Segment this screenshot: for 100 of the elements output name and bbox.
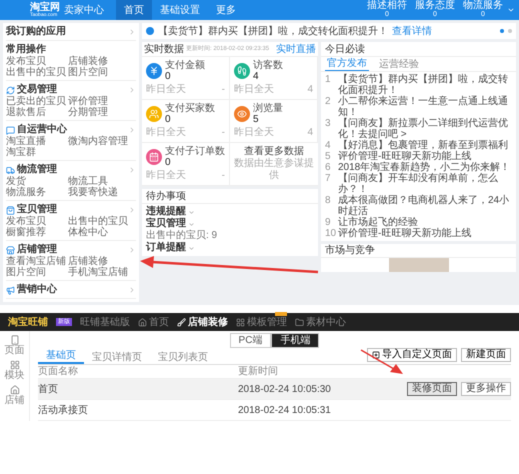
rating-label: 描述相符 bbox=[367, 1, 407, 10]
sidebar-link[interactable]: 图片空间 bbox=[6, 267, 68, 278]
nav-tab[interactable]: 基础设置 bbox=[152, 0, 208, 20]
sidebar-group-title[interactable]: 自运营中心 bbox=[17, 124, 126, 136]
sidebar-link[interactable]: 淘宝群 bbox=[6, 147, 68, 158]
page-tab[interactable]: 宝贝详情页 bbox=[84, 351, 150, 364]
sidebar-group-title[interactable]: 交易管理 bbox=[17, 84, 126, 96]
compare-label: 昨日全天 bbox=[234, 84, 274, 96]
more-data-link[interactable]: 查看更多数据 bbox=[244, 146, 304, 158]
rail-button[interactable]: 店铺 bbox=[4, 385, 24, 406]
card-title: 今日必读 bbox=[325, 42, 365, 56]
item-number: 4 bbox=[325, 140, 332, 151]
sidebar-group-title[interactable]: 营销中心 bbox=[17, 284, 126, 296]
news-link[interactable]: 让市场起飞的经验 bbox=[338, 217, 418, 228]
page-tab[interactable]: 基础页 bbox=[38, 349, 84, 364]
table-row[interactable]: 首页 2018-02-24 10:05:30 装修页面 更多操作 bbox=[38, 379, 511, 400]
row-action-button[interactable]: 更多操作 bbox=[461, 382, 511, 396]
nav-tab[interactable]: 更多 bbox=[208, 0, 244, 20]
news-link[interactable]: 小二帮你来运营！一生意一点通上线通知！ bbox=[338, 96, 512, 118]
site-logo[interactable]: 淘宝旺铺 bbox=[8, 314, 48, 330]
card-title: 待办事项 bbox=[146, 190, 186, 204]
item-number: 8 bbox=[325, 195, 332, 208]
sidebar-link[interactable]: 分期管理 bbox=[68, 107, 134, 118]
sidebar-link[interactable]: 体检中心 bbox=[68, 227, 134, 238]
row-action-button[interactable]: 装修页面 bbox=[407, 382, 457, 396]
sidebar-link[interactable]: 店铺装修 bbox=[68, 256, 134, 267]
sidebar-link[interactable]: 橱窗推荐 bbox=[6, 227, 68, 238]
compare-value: 4 bbox=[307, 127, 313, 139]
rail-button[interactable]: 模块 bbox=[4, 360, 24, 381]
metric-label: 支付金额 bbox=[165, 60, 205, 71]
site-logo[interactable]: 淘宝网 bbox=[30, 2, 60, 12]
sidebar-link[interactable]: 发布宝贝 bbox=[6, 56, 68, 67]
news-link[interactable]: 成本很高做团？电商机器人来了，24小时赶活 bbox=[338, 195, 512, 217]
notice-link[interactable]: 查看详情 bbox=[392, 24, 432, 38]
metric-value: 5 bbox=[253, 114, 260, 125]
sidebar-heading[interactable]: 我订购的应用 bbox=[6, 26, 66, 38]
todo-detail: 出售中的宝贝: 9 bbox=[146, 230, 218, 242]
sidebar-link[interactable]: 查看淘宝店铺 bbox=[6, 256, 68, 267]
nav-tab[interactable]: 首页 bbox=[116, 0, 152, 20]
sidebar-link[interactable]: 已卖出的宝贝 bbox=[6, 96, 68, 107]
action-button[interactable]: 新建页面 bbox=[461, 348, 511, 362]
sidebar-link[interactable]: 图片空间 bbox=[68, 67, 134, 78]
sidebar-link[interactable]: 物流服务 bbox=[6, 187, 68, 198]
news-link[interactable]: 2018年淘宝春新趋势，小二为你来解！ bbox=[338, 162, 510, 173]
live-link[interactable]: 实时直播 bbox=[276, 42, 316, 56]
news-link[interactable]: 评价管理-旺旺聊天新功能上线 bbox=[338, 151, 472, 162]
compare-label: 昨日全天 bbox=[234, 127, 274, 139]
news-link[interactable]: 【问商友】开车却没有闲单前，怎么办？！ bbox=[338, 173, 512, 195]
compare-value: 4 bbox=[307, 84, 313, 96]
sidebar-link[interactable]: 淘宝直播 bbox=[6, 136, 68, 147]
notice-text: 【卖货节】群内买【拼团】啦，成交转化面积提升！ bbox=[158, 24, 388, 38]
metric-value: 0 bbox=[165, 114, 172, 125]
news-link[interactable]: 【好消息】包裹管理，新春至到票福利 bbox=[338, 140, 508, 151]
metric-label: 支付买家数 bbox=[165, 103, 215, 114]
card-title: 市场与竞争 bbox=[325, 244, 375, 258]
sidebar-link[interactable]: 发货 bbox=[6, 176, 68, 187]
sidebar-link[interactable]: 店铺装修 bbox=[68, 56, 134, 67]
sidebar-link[interactable]: 评价管理 bbox=[68, 96, 134, 107]
action-button[interactable]: 导入自定义页面 bbox=[367, 348, 457, 362]
device-toggle[interactable]: PC端 bbox=[230, 333, 272, 348]
sidebar-group-title[interactable]: 物流管理 bbox=[17, 164, 126, 176]
nav-tab[interactable]: 素材中心 bbox=[295, 314, 346, 330]
nav-tab[interactable]: 首页 bbox=[138, 314, 169, 330]
reading-tab[interactable]: 运营经验 bbox=[377, 57, 421, 71]
sidebar-link[interactable]: 退款售后 bbox=[6, 107, 68, 118]
todo-group-toggle[interactable]: 违规提醒 bbox=[146, 206, 314, 218]
table-row[interactable]: 活动承接页 2018-02-24 10:05:31 bbox=[38, 400, 511, 421]
sidebar-link[interactable]: 微淘内容管理 bbox=[68, 136, 134, 147]
nav-tab[interactable]: 店铺装修 bbox=[177, 314, 228, 330]
sidebar-link[interactable]: 物流工具 bbox=[68, 176, 134, 187]
compare-value: - bbox=[222, 84, 225, 96]
sidebar-group-title[interactable]: 店铺管理 bbox=[17, 244, 126, 256]
todo-group-toggle[interactable]: 宝贝管理 bbox=[146, 218, 314, 230]
nav-tab[interactable]: 旺铺基础版 bbox=[80, 314, 130, 330]
page-tab[interactable]: 宝贝列表页 bbox=[150, 351, 216, 364]
data-source-note: 数据由生意参谋提供 bbox=[233, 158, 315, 182]
metric-label: 浏览量 bbox=[253, 103, 283, 114]
news-link[interactable]: 【卖货节】群内买【拼团】啦，成交转化面积提升！ bbox=[338, 74, 512, 96]
nav-tab[interactable]: 模板管理 bbox=[236, 314, 287, 330]
news-link[interactable]: 评价管理-旺旺聊天新功能上线 bbox=[338, 228, 472, 239]
metric-value: 4 bbox=[253, 71, 260, 82]
sidebar-link[interactable]: 发布宝贝 bbox=[6, 216, 68, 227]
compare-label: 昨日全天 bbox=[146, 127, 186, 139]
compare-label: 昨日全天 bbox=[146, 84, 186, 96]
sidebar-link[interactable]: 出售中的宝贝 bbox=[68, 216, 134, 227]
sidebar-group-title[interactable]: 常用操作 bbox=[6, 44, 136, 56]
item-number: 5 bbox=[325, 151, 332, 162]
news-link[interactable]: 【问商友】新拉票小二详细到代运营优化！去提问吧 > bbox=[338, 118, 512, 140]
reading-tab[interactable]: 官方发布 bbox=[325, 57, 369, 71]
sidebar-group-title[interactable]: 宝贝管理 bbox=[17, 204, 126, 216]
todo-group-toggle[interactable]: 订单提醒 bbox=[146, 242, 314, 254]
sidebar-link[interactable]: 我要寄快递 bbox=[68, 187, 134, 198]
compare-value: - bbox=[222, 170, 225, 182]
rail-button[interactable]: 页面 bbox=[4, 335, 24, 356]
device-toggle[interactable]: 手机端 bbox=[271, 333, 320, 348]
sidebar-link[interactable]: 手机淘宝店铺 bbox=[68, 267, 134, 278]
table-cell-text: 首页 bbox=[38, 382, 59, 396]
compare-value: - bbox=[222, 127, 225, 139]
sidebar-link[interactable]: 出售中的宝贝 bbox=[6, 67, 68, 78]
item-number: 2 bbox=[325, 96, 332, 109]
